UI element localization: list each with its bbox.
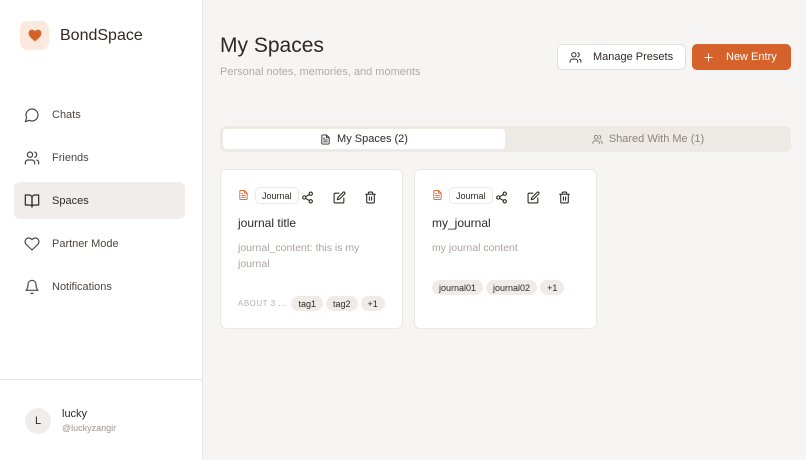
- trash-icon[interactable]: [364, 191, 377, 204]
- tab-my-spaces[interactable]: My Spaces (2): [223, 129, 505, 149]
- book-open-icon: [24, 193, 40, 208]
- sidebar-nav: Chats Friends Spaces Partner Mode Notifi…: [14, 96, 185, 311]
- new-entry-button[interactable]: New Entry: [692, 44, 791, 70]
- document-icon: [321, 133, 330, 145]
- users-icon: [24, 150, 40, 165]
- sidebar-item-partner-mode[interactable]: Partner Mode: [14, 225, 185, 262]
- edit-icon[interactable]: [527, 191, 540, 204]
- sidebar-item-label: Chats: [52, 108, 81, 121]
- sidebar-item-label: Friends: [52, 151, 89, 164]
- page-subtitle: Personal notes, memories, and moments: [220, 66, 421, 78]
- card-title: journal title: [238, 216, 297, 230]
- trash-icon[interactable]: [558, 191, 571, 204]
- sidebar-item-chats[interactable]: Chats: [14, 96, 185, 133]
- tag: journal01: [432, 280, 484, 295]
- share-icon[interactable]: [495, 191, 508, 204]
- heart-outline-icon: [24, 236, 40, 251]
- card-tags: journal01 journal02 +1: [432, 280, 567, 295]
- plus-icon: [704, 52, 713, 62]
- tab-shared-with-me[interactable]: Shared With Me (1): [508, 129, 788, 149]
- manage-presets-label: Manage Presets: [593, 51, 674, 63]
- users-icon: [592, 134, 603, 144]
- document-icon: [239, 189, 248, 201]
- tag: tag2: [326, 296, 358, 311]
- sidebar-item-friends[interactable]: Friends: [14, 139, 185, 176]
- sidebar-item-label: Notifications: [52, 280, 112, 293]
- sidebar-item-label: Spaces: [52, 194, 89, 207]
- edit-icon[interactable]: [333, 191, 346, 204]
- user-name: lucky: [62, 408, 88, 420]
- tag-more[interactable]: +1: [360, 296, 385, 311]
- brand-logo: [20, 21, 49, 50]
- space-card[interactable]: Journal journal title journal_content: t…: [220, 169, 403, 329]
- tag: journal02: [486, 280, 538, 295]
- brand[interactable]: BondSpace: [20, 21, 143, 50]
- bell-icon: [25, 279, 39, 294]
- sidebar-item-label: Partner Mode: [52, 237, 119, 250]
- page-title: My Spaces: [220, 34, 324, 57]
- share-icon[interactable]: [301, 191, 314, 204]
- user-handle: @luckyzangir: [62, 423, 117, 433]
- type-badge: Journal: [255, 187, 299, 204]
- tab-label: My Spaces (2): [337, 133, 408, 145]
- card-tags: ABOUT 3 ... tag1 tag2 +1: [238, 296, 388, 311]
- about-label: ABOUT 3 ...: [238, 299, 287, 308]
- document-icon: [433, 189, 442, 201]
- sidebar-item-spaces[interactable]: Spaces: [14, 182, 185, 219]
- tab-label: Shared With Me (1): [608, 133, 705, 145]
- card-title: my_journal: [432, 216, 491, 230]
- sidebar-item-notifications[interactable]: Notifications: [14, 268, 185, 305]
- type-badge: Journal: [449, 187, 493, 204]
- space-card[interactable]: Journal my_journal my journal content jo…: [414, 169, 597, 329]
- avatar: L: [25, 408, 51, 434]
- chat-bubble-icon: [24, 107, 39, 122]
- brand-name: BondSpace: [60, 26, 143, 44]
- tag: tag1: [291, 296, 324, 311]
- sidebar: BondSpace Chats Friends Spaces Partner M…: [0, 0, 203, 460]
- tag-more[interactable]: +1: [540, 280, 565, 295]
- heart-icon: [28, 29, 41, 42]
- users-icon: [569, 51, 582, 63]
- new-entry-label: New Entry: [726, 51, 777, 63]
- card-content: my journal content: [432, 242, 518, 254]
- manage-presets-button[interactable]: Manage Presets: [557, 44, 686, 70]
- user-profile[interactable]: L lucky @luckyzangir: [0, 379, 202, 460]
- spaces-tabs: My Spaces (2) Shared With Me (1): [220, 126, 791, 152]
- card-content: journal_content: this is my journal: [238, 242, 360, 270]
